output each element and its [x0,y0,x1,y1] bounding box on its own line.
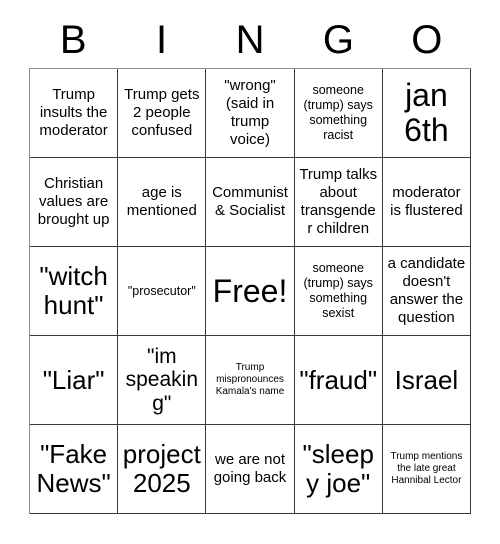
bingo-square-label: "im speaking" [125,344,198,415]
bingo-square-label: we are not going back [213,451,287,486]
bingo-row: "Fake News" project 2025 we are not goin… [30,425,472,514]
bingo-square-label: Trump mentions the late great Hannibal L… [390,450,463,487]
bingo-square-label: Communist & Socialist [212,184,288,219]
bingo-square-label: "sleepy joe" [302,439,374,498]
bingo-square[interactable]: "Fake News" [30,425,119,514]
bingo-square-label: Christian values are brought up [37,175,110,228]
bingo-square[interactable]: Trump mispronounces Kamala's name [206,336,295,425]
bingo-square-label: Trump insults the moderator [39,86,108,139]
bingo-square-label: someone (trump) says something sexist [303,261,373,320]
bingo-square[interactable]: "sleepy joe" [294,425,383,514]
header-letter-b: B [59,18,87,62]
bingo-grid: Trump insults the moderator Trump gets 2… [29,68,472,514]
bingo-square[interactable]: Christian values are brought up [30,158,119,247]
bingo-square[interactable]: a candidate doesn't answer the question [382,247,472,336]
header-letter-i: I [156,18,168,62]
bingo-square[interactable]: Trump gets 2 people confused [118,69,207,158]
bingo-square-label: moderator is flustered [390,184,463,219]
bingo-square-label: age is mentioned [126,184,197,219]
bingo-square-label: jan 6th [404,77,449,148]
header-letter-n: N [235,18,265,62]
bingo-square-label: someone (trump) says something racist [303,83,373,142]
bingo-square[interactable]: we are not going back [206,425,295,514]
bingo-square[interactable]: project 2025 [118,425,207,514]
bingo-square[interactable]: "Liar" [30,336,119,425]
bingo-square-free[interactable]: Free! [206,247,295,336]
bingo-square[interactable]: "im speaking" [118,336,207,425]
bingo-square-label: "Liar" [42,364,105,395]
bingo-square[interactable]: Israel [382,336,472,425]
bingo-square[interactable]: age is mentioned [118,158,207,247]
bingo-square[interactable]: Trump mentions the late great Hannibal L… [382,425,472,514]
bingo-square-label: "fraud" [299,364,378,395]
bingo-header: B I N G O [29,12,471,68]
header-letter-g: G [322,18,354,62]
bingo-row: "witch hunt" "prosecutor" Free! someone … [30,247,472,336]
header-letter-o: O [411,18,443,62]
bingo-square-label: a candidate doesn't answer the question [387,255,466,326]
bingo-square-label: Free! [212,272,288,309]
bingo-square-label: "witch hunt" [39,261,108,320]
bingo-square[interactable]: Trump insults the moderator [30,69,119,158]
bingo-row: Trump insults the moderator Trump gets 2… [30,69,472,158]
bingo-square-label: "prosecutor" [127,283,196,298]
bingo-square[interactable]: "wrong" (said in trump voice) [206,69,295,158]
bingo-square[interactable]: moderator is flustered [382,158,472,247]
bingo-square-label: project 2025 [122,439,201,498]
bingo-square-label: "wrong" (said in trump voice) [224,77,276,148]
bingo-square[interactable]: jan 6th [382,69,472,158]
bingo-square[interactable]: "prosecutor" [118,247,207,336]
bingo-row: "Liar" "im speaking" Trump mispronounces… [30,336,472,425]
bingo-row: Christian values are brought up age is m… [30,158,472,247]
bingo-square[interactable]: Trump talks about transgender children [294,158,383,247]
bingo-square-label: Israel [394,364,459,395]
bingo-square-label: "Fake News" [36,439,111,498]
bingo-square[interactable]: Communist & Socialist [206,158,295,247]
bingo-card: B I N G O Trump insults the moderator Tr… [29,12,472,514]
bingo-square[interactable]: someone (trump) says something racist [294,69,383,158]
bingo-square-label: Trump mispronounces Kamala's name [215,361,285,398]
bingo-square-label: Trump talks about transgender children [299,166,378,237]
bingo-square[interactable]: "witch hunt" [30,247,119,336]
bingo-square-label: Trump gets 2 people confused [124,86,200,139]
bingo-square[interactable]: someone (trump) says something sexist [294,247,383,336]
bingo-square[interactable]: "fraud" [294,336,383,425]
